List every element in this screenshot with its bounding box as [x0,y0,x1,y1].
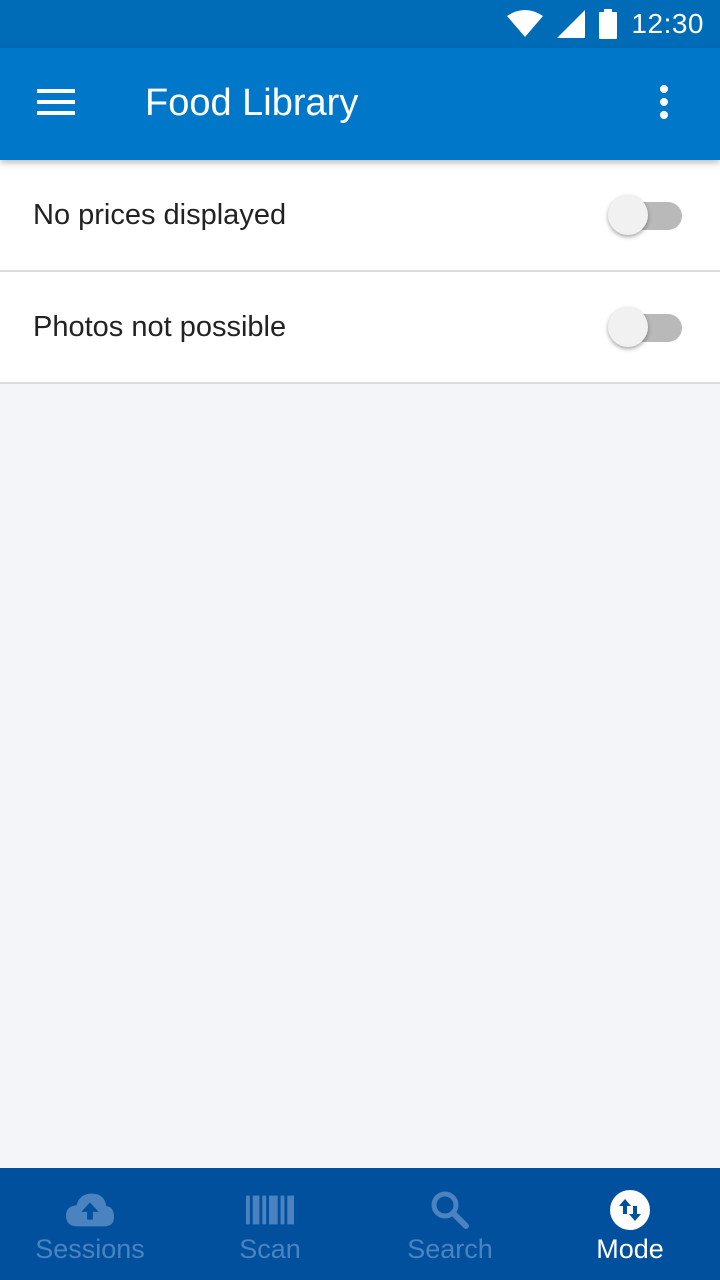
nav-item-mode[interactable]: Mode [540,1168,720,1280]
signal-icon [557,10,586,38]
nav-item-search[interactable]: Search [360,1168,540,1280]
status-clock: 12:30 [631,8,704,39]
bottom-nav: Sessions Scan Search Mode [0,1168,720,1280]
swap-vertical-icon [606,1188,654,1232]
more-vert-icon [659,84,669,124]
setting-label: No prices displayed [33,198,287,231]
hamburger-menu-icon [37,88,75,120]
photos-toggle[interactable] [608,307,682,347]
menu-button[interactable] [24,76,88,132]
nav-item-sessions[interactable]: Sessions [0,1168,180,1280]
screen: 12:30 Food Library No prices displayed P… [0,0,720,1280]
setting-row-no-prices[interactable]: No prices displayed [0,160,720,272]
nav-label: Search [407,1234,493,1264]
settings-list: No prices displayed Photos not possible [0,160,720,384]
toggle-thumb [608,307,648,347]
nav-item-scan[interactable]: Scan [180,1168,360,1280]
status-bar: 12:30 [0,0,720,48]
wifi-icon [507,10,544,38]
setting-label: Photos not possible [33,310,287,343]
toggle-thumb [608,195,648,235]
cloud-upload-icon [66,1188,114,1232]
battery-icon [599,9,618,39]
nav-label: Sessions [35,1234,145,1264]
nav-label: Mode [596,1234,664,1264]
nav-label: Scan [239,1234,301,1264]
search-icon [426,1188,474,1232]
page-title: Food Library [145,82,359,124]
app-bar: Food Library [0,48,720,160]
no-prices-toggle[interactable] [608,195,682,235]
setting-row-photos[interactable]: Photos not possible [0,272,720,384]
barcode-icon [246,1188,294,1232]
overflow-menu-button[interactable] [636,76,692,132]
